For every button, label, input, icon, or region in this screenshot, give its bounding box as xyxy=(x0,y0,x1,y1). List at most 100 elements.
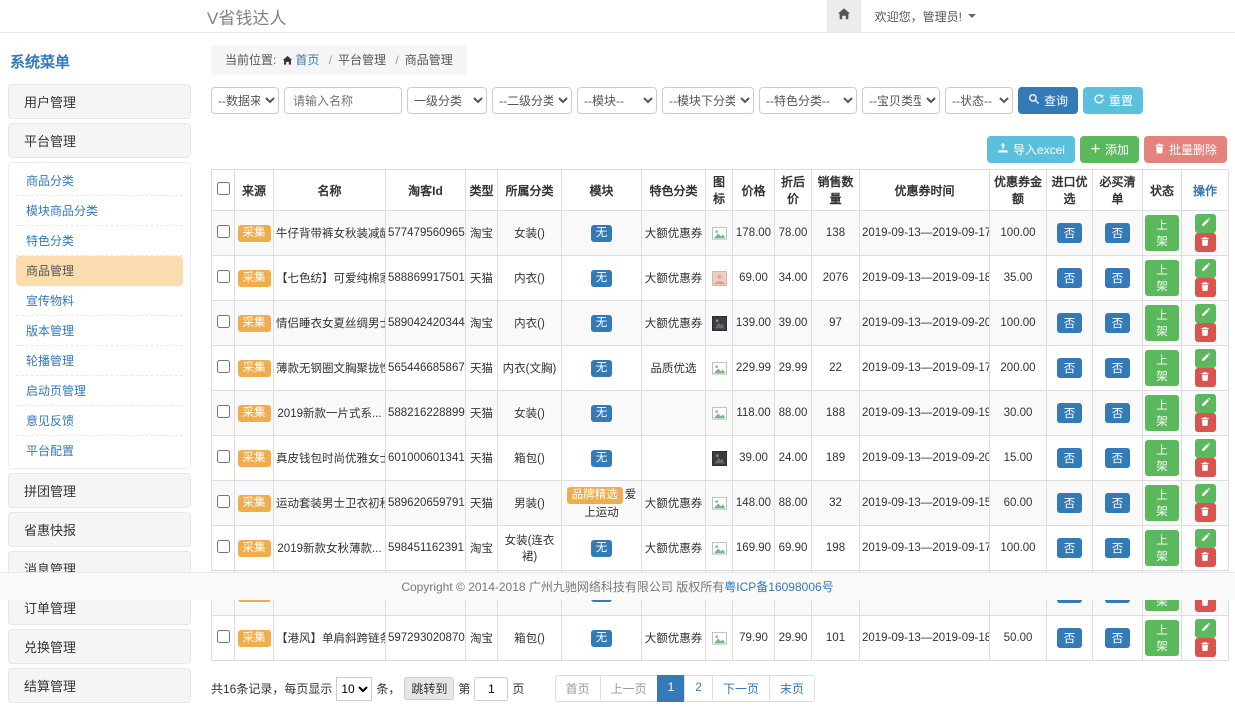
home-button[interactable] xyxy=(827,0,861,32)
sidebar-group-17[interactable]: 兑换管理 xyxy=(8,629,191,664)
status-button[interactable]: 上架 xyxy=(1145,395,1179,431)
status-button[interactable]: 上架 xyxy=(1145,215,1179,251)
import-select-toggle[interactable]: 否 xyxy=(1057,448,1083,468)
sidebar-item[interactable]: 意见反馈 xyxy=(16,406,183,436)
sidebar-item-active[interactable]: 商品管理 xyxy=(16,256,183,286)
import-select-toggle[interactable]: 否 xyxy=(1057,493,1083,513)
status-button[interactable]: 上架 xyxy=(1145,260,1179,296)
delete-button[interactable] xyxy=(1195,413,1216,432)
filter-select-category-level2[interactable]: --二级分类-- xyxy=(492,87,572,114)
filter-name-input[interactable] xyxy=(284,87,402,114)
pager-button-2[interactable]: 上一页 xyxy=(600,675,658,702)
import-select-toggle[interactable]: 否 xyxy=(1057,538,1083,558)
must-buy-toggle[interactable]: 否 xyxy=(1105,628,1131,648)
row-checkbox[interactable] xyxy=(217,360,230,373)
edit-button[interactable] xyxy=(1195,214,1216,233)
filter-select-data-source[interactable]: --数据来源-- xyxy=(211,87,279,114)
import-select-toggle[interactable]: 否 xyxy=(1057,358,1083,378)
jump-button[interactable]: 跳转到 xyxy=(404,677,454,700)
edit-button[interactable] xyxy=(1195,349,1216,368)
must-buy-toggle[interactable]: 否 xyxy=(1105,403,1131,423)
status-button[interactable]: 上架 xyxy=(1145,485,1179,521)
delete-button[interactable] xyxy=(1195,458,1216,477)
batch-delete-button[interactable]: 批量删除 xyxy=(1144,136,1227,163)
status-button[interactable]: 上架 xyxy=(1145,440,1179,476)
topbar: V省钱达人 欢迎您，管理员! xyxy=(0,0,1235,33)
delete-button[interactable] xyxy=(1195,503,1216,522)
delete-button[interactable] xyxy=(1195,278,1216,297)
import-select-toggle[interactable]: 否 xyxy=(1057,403,1083,423)
sidebar-item[interactable]: 特色分类 xyxy=(16,226,183,256)
search-button[interactable]: 查询 xyxy=(1018,87,1078,114)
edit-button[interactable] xyxy=(1195,484,1216,503)
row-checkbox[interactable] xyxy=(217,405,230,418)
delete-button[interactable] xyxy=(1195,323,1216,342)
row-checkbox[interactable] xyxy=(217,540,230,553)
must-buy-toggle[interactable]: 否 xyxy=(1105,493,1131,513)
delete-button[interactable] xyxy=(1195,638,1216,657)
row-checkbox[interactable] xyxy=(217,315,230,328)
sidebar-group-1[interactable]: 用户管理 xyxy=(8,84,191,119)
filter-select-item-type[interactable]: --宝贝类型-- xyxy=(862,87,940,114)
must-buy-toggle[interactable]: 否 xyxy=(1105,268,1131,288)
sidebar-item[interactable]: 轮播管理 xyxy=(16,346,183,376)
page-size-select[interactable]: 10 xyxy=(336,677,372,701)
import-select-toggle[interactable]: 否 xyxy=(1057,268,1083,288)
delete-button[interactable] xyxy=(1195,368,1216,387)
pager-button-1[interactable]: 首页 xyxy=(555,675,601,702)
breadcrumb-home-link[interactable]: 首页 xyxy=(295,53,319,67)
must-buy-toggle[interactable]: 否 xyxy=(1105,223,1131,243)
edit-button[interactable] xyxy=(1195,304,1216,323)
row-checkbox[interactable] xyxy=(217,225,230,238)
import-select-toggle[interactable]: 否 xyxy=(1057,313,1083,333)
edit-button[interactable] xyxy=(1195,619,1216,638)
import-select-toggle[interactable]: 否 xyxy=(1057,223,1083,243)
row-checkbox[interactable] xyxy=(217,270,230,283)
must-buy-toggle[interactable]: 否 xyxy=(1105,358,1131,378)
pager-button-3[interactable]: 1 xyxy=(657,675,686,702)
sidebar-item[interactable]: 模块商品分类 xyxy=(16,196,183,226)
add-button[interactable]: 添加 xyxy=(1080,136,1139,163)
sidebar-group-13[interactable]: 拼团管理 xyxy=(8,473,191,508)
sidebar-group-2[interactable]: 平台管理 xyxy=(8,123,191,158)
import-excel-button[interactable]: 导入excel xyxy=(987,136,1075,163)
edit-button[interactable] xyxy=(1195,529,1216,548)
sidebar-item[interactable]: 商品分类 xyxy=(16,166,183,196)
discount-price: 24.00 xyxy=(775,436,812,481)
delete-button[interactable] xyxy=(1195,548,1216,567)
status-button[interactable]: 上架 xyxy=(1145,350,1179,386)
filter-select-feature-category[interactable]: --特色分类-- xyxy=(759,87,857,114)
sidebar-group-14[interactable]: 省惠快报 xyxy=(8,512,191,547)
pager-button-4[interactable]: 2 xyxy=(684,675,713,702)
sidebar-item[interactable]: 版本管理 xyxy=(16,316,183,346)
filter-select-category-level1[interactable]: 一级分类 xyxy=(407,87,487,114)
sidebar-group-18[interactable]: 结算管理 xyxy=(8,668,191,703)
filter-select-status[interactable]: --状态-- xyxy=(945,87,1013,114)
status-button[interactable]: 上架 xyxy=(1145,620,1179,656)
user-menu[interactable]: 欢迎您，管理员! xyxy=(861,0,990,32)
icp-link[interactable]: 粤ICP备16098006号 xyxy=(724,578,833,595)
page-jump-input[interactable] xyxy=(474,677,508,701)
row-checkbox[interactable] xyxy=(217,495,230,508)
edit-button[interactable] xyxy=(1195,259,1216,278)
sidebar-item[interactable]: 平台配置 xyxy=(16,436,183,465)
pager-button-5[interactable]: 下一页 xyxy=(712,675,770,702)
pager-button-6[interactable]: 末页 xyxy=(769,675,815,702)
filter-select-module[interactable]: --模块-- xyxy=(577,87,657,114)
row-checkbox[interactable] xyxy=(217,450,230,463)
must-buy-toggle[interactable]: 否 xyxy=(1105,313,1131,333)
reset-button[interactable]: 重置 xyxy=(1083,87,1143,114)
row-checkbox[interactable] xyxy=(217,630,230,643)
delete-button[interactable] xyxy=(1195,233,1216,252)
select-all-checkbox[interactable] xyxy=(217,182,230,195)
sidebar-item[interactable]: 启动页管理 xyxy=(16,376,183,406)
must-buy-toggle[interactable]: 否 xyxy=(1105,538,1131,558)
filter-select-module-subcategory[interactable]: --模块下分类-- xyxy=(662,87,754,114)
edit-button[interactable] xyxy=(1195,394,1216,413)
import-select-toggle[interactable]: 否 xyxy=(1057,628,1083,648)
edit-button[interactable] xyxy=(1195,439,1216,458)
status-button[interactable]: 上架 xyxy=(1145,305,1179,341)
must-buy-toggle[interactable]: 否 xyxy=(1105,448,1131,468)
status-button[interactable]: 上架 xyxy=(1145,530,1179,566)
sidebar-item[interactable]: 宣传物料 xyxy=(16,286,183,316)
